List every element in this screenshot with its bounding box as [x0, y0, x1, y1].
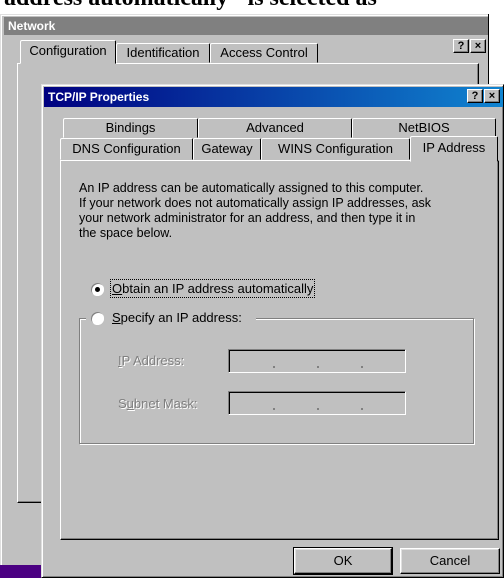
tab-wins-configuration[interactable]: WINS Configuration	[261, 138, 410, 160]
ip-description: An IP address can be automatically assig…	[79, 181, 494, 241]
ip-address-label: IP Address:	[118, 353, 184, 368]
specify-ip-radio[interactable]	[91, 312, 104, 325]
description-line: If your network does not automatically a…	[79, 196, 432, 210]
network-help-button[interactable]: ?	[453, 39, 469, 53]
network-title: Network	[8, 19, 56, 33]
tcpip-titlebar: TCP/IP Properties	[44, 87, 503, 107]
mnemonic-o: O	[112, 281, 123, 296]
subnet-label-first: S	[118, 396, 127, 411]
specify-ip-label-text: pecify an IP address:	[120, 310, 242, 325]
ip-separator	[317, 366, 319, 368]
specify-ip-label[interactable]: Specify an IP address:	[112, 310, 242, 326]
focus-rect: Obtain an IP address automatically	[109, 279, 316, 298]
tab-access-control[interactable]: Access Control	[210, 43, 318, 63]
tcpip-close-button[interactable]: ×	[484, 89, 500, 103]
obtain-ip-auto-label[interactable]: Obtain an IP address automatically	[109, 279, 316, 298]
specify-ip-groupbox	[79, 318, 474, 444]
mnemonic-s: S	[112, 310, 121, 325]
tab-configuration[interactable]: Configuration	[20, 40, 116, 64]
obtain-ip-auto-radio[interactable]	[91, 283, 104, 296]
radio-selected-dot	[95, 287, 100, 292]
ok-button[interactable]: OK	[293, 547, 393, 575]
network-titlebar: Network	[4, 17, 489, 35]
description-line: the space below.	[79, 226, 173, 240]
ip-separator	[273, 408, 275, 410]
ip-separator	[361, 366, 363, 368]
ip-separator	[361, 408, 363, 410]
obtain-ip-label-text: btain an IP address automatically	[122, 281, 314, 296]
description-line: your network administrator for an addres…	[79, 211, 416, 225]
tab-ip-address[interactable]: IP Address	[410, 136, 498, 162]
subnet-mask-label: Subnet Mask:	[118, 396, 198, 411]
subnet-label-text: bnet Mask:	[133, 396, 198, 411]
network-close-button[interactable]: ×	[470, 39, 486, 53]
tab-netbios[interactable]: NetBIOS	[352, 118, 496, 138]
description-line: An IP address can be automatically assig…	[79, 181, 424, 195]
cancel-button[interactable]: Cancel	[400, 548, 500, 574]
ip-address-label-text: P Address:	[121, 353, 185, 368]
tab-advanced[interactable]: Advanced	[198, 118, 352, 138]
document-caption: address automatically" is selected as	[4, 0, 504, 13]
subnet-mask-input[interactable]	[228, 391, 406, 415]
taskbar-corner	[0, 565, 41, 578]
ip-address-input[interactable]	[228, 349, 406, 373]
tab-bindings[interactable]: Bindings	[63, 118, 198, 138]
tab-gateway[interactable]: Gateway	[193, 138, 261, 160]
tab-identification[interactable]: Identification	[116, 43, 210, 63]
tcpip-title: TCP/IP Properties	[48, 90, 150, 104]
tcpip-help-button[interactable]: ?	[467, 89, 483, 103]
ip-separator	[317, 408, 319, 410]
tab-dns-configuration[interactable]: DNS Configuration	[60, 138, 193, 160]
mnemonic-u: u	[126, 396, 134, 411]
ip-separator	[273, 366, 275, 368]
